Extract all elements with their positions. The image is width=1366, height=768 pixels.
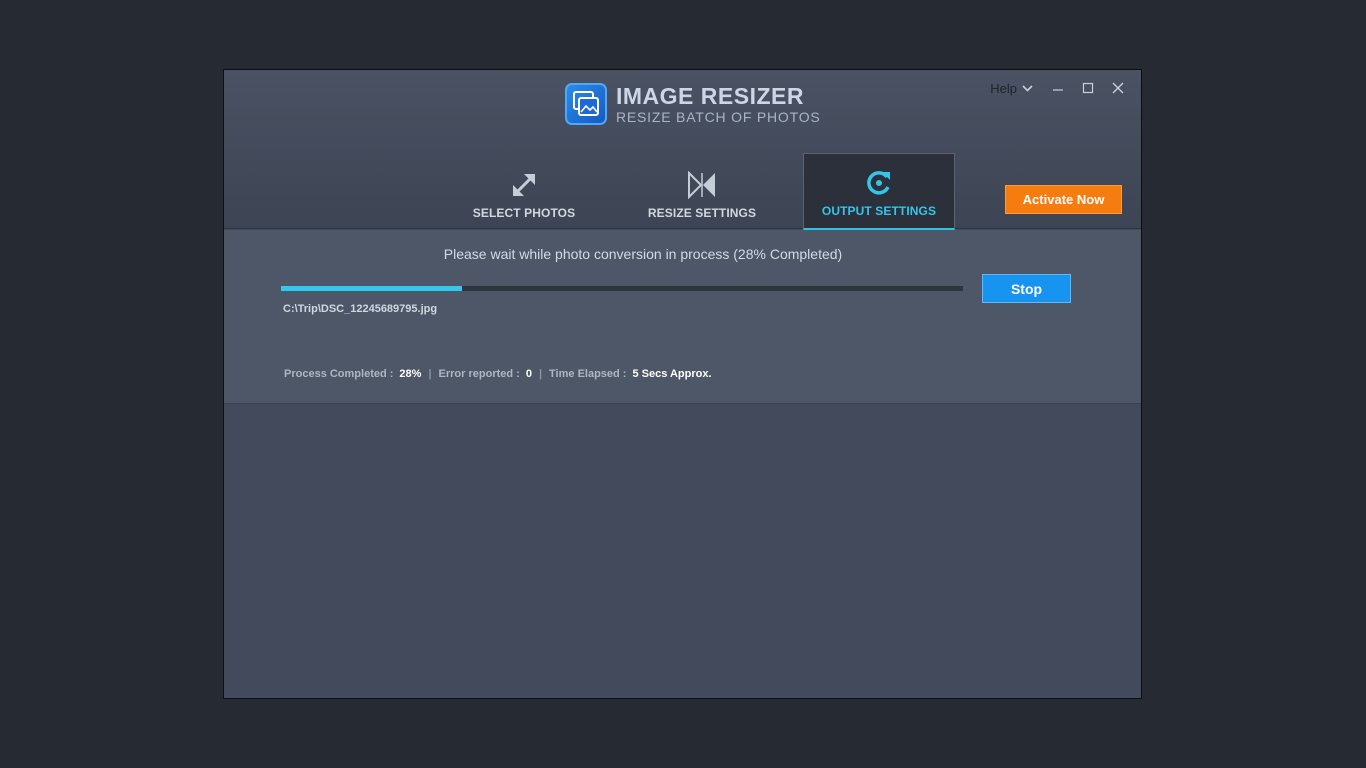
app-logo: IMAGE RESIZER RESIZE BATCH OF PHOTOS: [565, 83, 821, 125]
app-subtitle: RESIZE BATCH OF PHOTOS: [616, 108, 821, 125]
refresh-icon: [865, 168, 893, 198]
error-reported-value: 0: [525, 368, 532, 380]
tab-output-settings[interactable]: OUTPUT SETTINGS: [803, 153, 955, 230]
progress-panel: Please wait while photo conversion in pr…: [224, 230, 1141, 404]
resize-bowtie-icon: [687, 170, 717, 200]
maximize-button[interactable]: [1073, 78, 1103, 98]
image-resizer-logo-icon: [565, 83, 607, 125]
stop-button[interactable]: Stop: [982, 274, 1071, 303]
tab-label: SELECT PHOTOS: [472, 206, 576, 220]
close-icon: [1112, 82, 1124, 94]
stats-separator: |: [538, 368, 543, 380]
minimize-button[interactable]: [1043, 78, 1073, 98]
tab-select-photos[interactable]: SELECT PHOTOS: [448, 153, 600, 230]
header: IMAGE RESIZER RESIZE BATCH OF PHOTOS Hel…: [224, 70, 1141, 230]
activate-now-button[interactable]: Activate Now: [1005, 185, 1122, 214]
expand-arrows-icon: [510, 170, 538, 200]
maximize-icon: [1082, 82, 1094, 94]
close-button[interactable]: [1103, 78, 1133, 98]
process-completed-value: 28%: [399, 368, 422, 380]
chevron-down-icon: [1022, 84, 1033, 92]
progress-fill: [281, 286, 462, 291]
error-reported-label: Error reported :: [438, 368, 520, 380]
process-completed-label: Process Completed :: [284, 368, 394, 380]
tab-label: OUTPUT SETTINGS: [821, 204, 937, 218]
process-stats: Process Completed : 28% | Error reported…: [284, 368, 712, 380]
help-label: Help: [990, 80, 1017, 96]
stats-separator: |: [428, 368, 432, 380]
app-title: IMAGE RESIZER: [616, 82, 804, 109]
time-elapsed-value: 5 Secs Approx.: [632, 368, 712, 380]
time-elapsed-label: Time Elapsed :: [549, 368, 627, 380]
window-controls: Help: [990, 78, 1133, 98]
current-file-path: C:\Trip\DSC_12245689795.jpg: [283, 303, 438, 315]
progress-message: Please wait while photo conversion in pr…: [443, 246, 843, 262]
tab-resize-settings[interactable]: RESIZE SETTINGS: [626, 153, 778, 230]
minimize-icon: [1053, 89, 1063, 91]
app-window: IMAGE RESIZER RESIZE BATCH OF PHOTOS Hel…: [223, 69, 1142, 699]
progress-bar: [281, 286, 963, 291]
tab-label: RESIZE SETTINGS: [647, 206, 757, 220]
help-menu[interactable]: Help: [990, 81, 1033, 96]
